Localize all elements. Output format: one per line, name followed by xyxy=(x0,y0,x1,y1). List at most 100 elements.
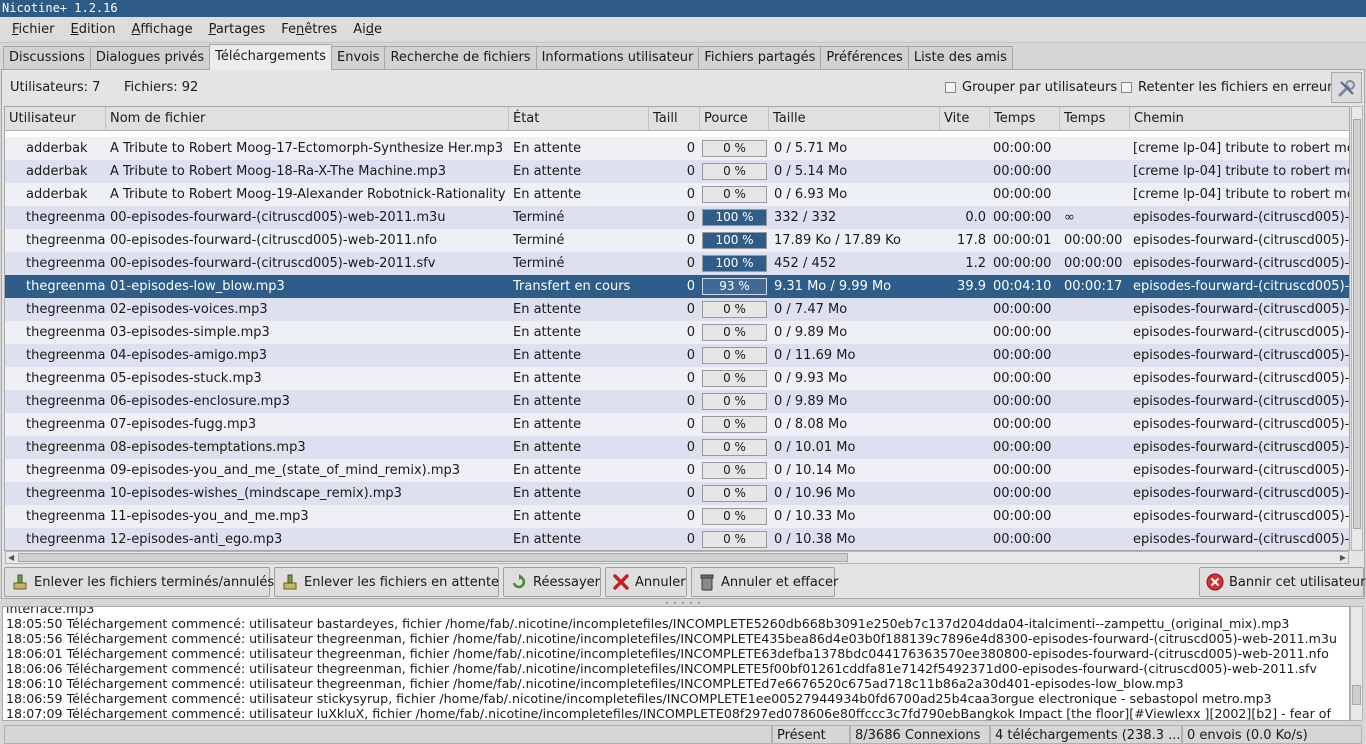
cell-file: A Tribute to Robert Moog-19-Alexander Ro… xyxy=(110,187,510,202)
cell-size: 0 xyxy=(686,509,695,524)
cell-user: adderbak xyxy=(26,187,88,202)
cell-state: En attente xyxy=(513,417,582,432)
progress-bar: 0 % xyxy=(702,140,767,157)
cell-speed xyxy=(940,160,986,183)
col-path[interactable]: Chemin xyxy=(1130,107,1349,131)
table-row[interactable]: thegreenman 01-episodes-low_blow.mp3 Trans… xyxy=(5,275,1349,298)
progress-label: 0 % xyxy=(723,371,746,385)
table-row[interactable]: thegreenman 00-episodes-fourward-(citrusc… xyxy=(5,206,1349,229)
cell-state: En attente xyxy=(513,509,582,524)
table-row[interactable]: thegreenman 11-episodes-you_and_me.mp3 En … xyxy=(5,505,1349,528)
table-row[interactable]: thegreenman 12-episodes-anti_ego.mp3 En at… xyxy=(5,528,1349,550)
abort-button[interactable]: Annuler xyxy=(605,567,687,597)
status-uploads: 0 envois (0.0 Ko/s) xyxy=(1182,725,1362,744)
table-vertical-scrollbar[interactable] xyxy=(1351,106,1363,551)
table-row[interactable]: thegreenman 06-episodes-enclosure.mp3 En a… xyxy=(5,390,1349,413)
status-downloads: 4 téléchargements (238.3 ... xyxy=(990,725,1182,744)
table-horizontal-scrollbar[interactable]: ◀ ▶ xyxy=(5,551,1349,564)
cell-path: episodes-fourward-(citruscd005)-web xyxy=(1133,440,1350,455)
col-size[interactable]: Taille xyxy=(769,107,940,131)
cell-user: thegreenman xyxy=(26,210,106,225)
table-row[interactable]: thegreenman 04-episodes-amigo.mp3 En atten… xyxy=(5,344,1349,367)
tab-shared-files[interactable]: Fichiers partagés xyxy=(698,46,822,70)
cell-left xyxy=(1064,160,1130,183)
menu-fenetres[interactable]: Fenêtres xyxy=(273,17,345,43)
table-row[interactable]: adderbak A Tribute to Robert Moog-19-Alex… xyxy=(5,183,1349,206)
table-row[interactable]: thegreenman 00-episodes-fourward-(citrusc… xyxy=(5,252,1349,275)
table-row[interactable]: thegreenman 05-episodes-stuck.mp3 En atten… xyxy=(5,367,1349,390)
checkbox-box[interactable] xyxy=(1121,82,1132,93)
cell-left: 00:00:00 xyxy=(1064,256,1123,271)
col-size-short[interactable]: Taill xyxy=(649,107,700,131)
table-row[interactable]: adderbak A Tribute to Robert Moog-18-Ra-X… xyxy=(5,160,1349,183)
cell-speed xyxy=(940,183,986,206)
cell-state: En attente xyxy=(513,371,582,386)
menu-affichage[interactable]: Affichage xyxy=(123,17,200,43)
checkbox-box[interactable] xyxy=(945,82,956,93)
col-state[interactable]: État xyxy=(509,107,649,131)
col-user[interactable]: Utilisateur xyxy=(5,107,106,131)
files-count: Fichiers: 92 xyxy=(124,80,199,95)
log-vertical-scrollbar[interactable] xyxy=(1350,606,1363,721)
tab-buddy-list[interactable]: Liste des amis xyxy=(907,46,1013,70)
menu-aide[interactable]: Aide xyxy=(345,17,390,43)
abort-delete-button[interactable]: Annuler et effacer xyxy=(691,567,838,597)
settings-tools-button[interactable] xyxy=(1331,72,1362,103)
col-speed[interactable]: Vite xyxy=(940,107,990,131)
tab-downloads[interactable]: Téléchargements xyxy=(209,44,332,70)
table-row[interactable]: thegreenman 00-episodes-fourward-(citrusc… xyxy=(5,229,1349,252)
table-row[interactable]: thegreenman 09-episodes-you_and_me_(state… xyxy=(5,459,1349,482)
abort-label: Annuler xyxy=(635,574,686,590)
tab-uploads[interactable]: Envois xyxy=(330,46,386,70)
status-presence[interactable]: Présent xyxy=(772,725,850,744)
cell-file: A Tribute to Robert Moog-17-Ectomorph-Sy… xyxy=(110,141,504,156)
col-time-left[interactable]: Temps xyxy=(1060,107,1130,131)
table-row[interactable]: thegreenman 08-episodes-temptations.mp3 En… xyxy=(5,436,1350,459)
tab-search[interactable]: Recherche de fichiers xyxy=(384,46,537,70)
scrollbar-thumb[interactable] xyxy=(1353,119,1361,529)
red-x-icon xyxy=(612,573,630,591)
table-row[interactable]: thegreenman 07-episodes-fugg.mp3 En attent… xyxy=(5,413,1349,436)
scrollbar-thumb[interactable] xyxy=(1352,685,1361,705)
col-time-elapsed[interactable]: Temps xyxy=(990,107,1060,131)
progress-bar: 0 % xyxy=(702,531,767,548)
ban-user-button[interactable]: Bannir cet utilisateur xyxy=(1199,567,1365,597)
scroll-right-icon[interactable]: ▶ xyxy=(1340,553,1346,562)
col-filename[interactable]: Nom de fichier xyxy=(106,107,509,131)
table-row[interactable]: thegreenman 03-episodes-simple.mp3 En atte… xyxy=(5,321,1349,344)
cell-elapsed: 00:00:00 xyxy=(993,463,1052,478)
tab-discussions[interactable]: Discussions xyxy=(3,46,91,70)
cell-state: En attente xyxy=(513,325,582,340)
table-row[interactable]: thegreenman 02-episodes-voices.mp3 En atte… xyxy=(5,298,1350,321)
cell-size: 0 xyxy=(686,371,695,386)
retry-button[interactable]: Réessayer xyxy=(503,567,601,597)
menu-edition[interactable]: Edition xyxy=(63,17,124,43)
cell-left: 00:00:00 xyxy=(1064,233,1123,248)
tab-private-chat[interactable]: Dialogues privés xyxy=(89,46,211,70)
cell-path: episodes-fourward-(citruscd005)-web xyxy=(1133,302,1350,317)
tab-user-info[interactable]: Informations utilisateur xyxy=(535,46,700,70)
cell-speed xyxy=(940,390,986,413)
cell-user: thegreenman xyxy=(26,256,106,271)
ban-icon xyxy=(1206,573,1224,591)
col-percent[interactable]: Pource xyxy=(700,107,769,131)
cell-size: 0 xyxy=(686,141,695,156)
menu-partages[interactable]: Partages xyxy=(201,17,274,43)
cell-user: adderbak xyxy=(26,141,88,156)
clear-finished-button[interactable]: Enlever les fichiers terminés/annulés xyxy=(4,567,274,597)
cell-elapsed: 00:00:00 xyxy=(993,532,1052,547)
log-line: 18:05:50 Téléchargement commencé: utilis… xyxy=(6,616,1290,631)
table-row[interactable]: adderbak A Tribute to Robert Moog-17-Ecto… xyxy=(5,137,1349,160)
scrollbar-thumb[interactable] xyxy=(18,553,848,562)
clear-queued-button[interactable]: Enlever les fichiers en attente xyxy=(274,567,499,597)
cell-left xyxy=(1064,321,1130,344)
cell-left xyxy=(1064,390,1130,413)
cell-left xyxy=(1064,344,1130,367)
tab-preferences[interactable]: Préférences xyxy=(820,46,909,70)
menu-fichier[interactable]: Fichier xyxy=(4,17,63,43)
retry-failed-checkbox[interactable]: Retenter les fichiers en erreur xyxy=(1121,80,1332,95)
scroll-left-icon[interactable]: ◀ xyxy=(8,553,14,562)
table-row[interactable]: thegreenman 10-episodes-wishes_(mindscape… xyxy=(5,482,1349,505)
group-by-user-checkbox[interactable]: Grouper par utilisateurs xyxy=(945,80,1117,95)
cell-elapsed: 00:00:00 xyxy=(993,210,1052,225)
